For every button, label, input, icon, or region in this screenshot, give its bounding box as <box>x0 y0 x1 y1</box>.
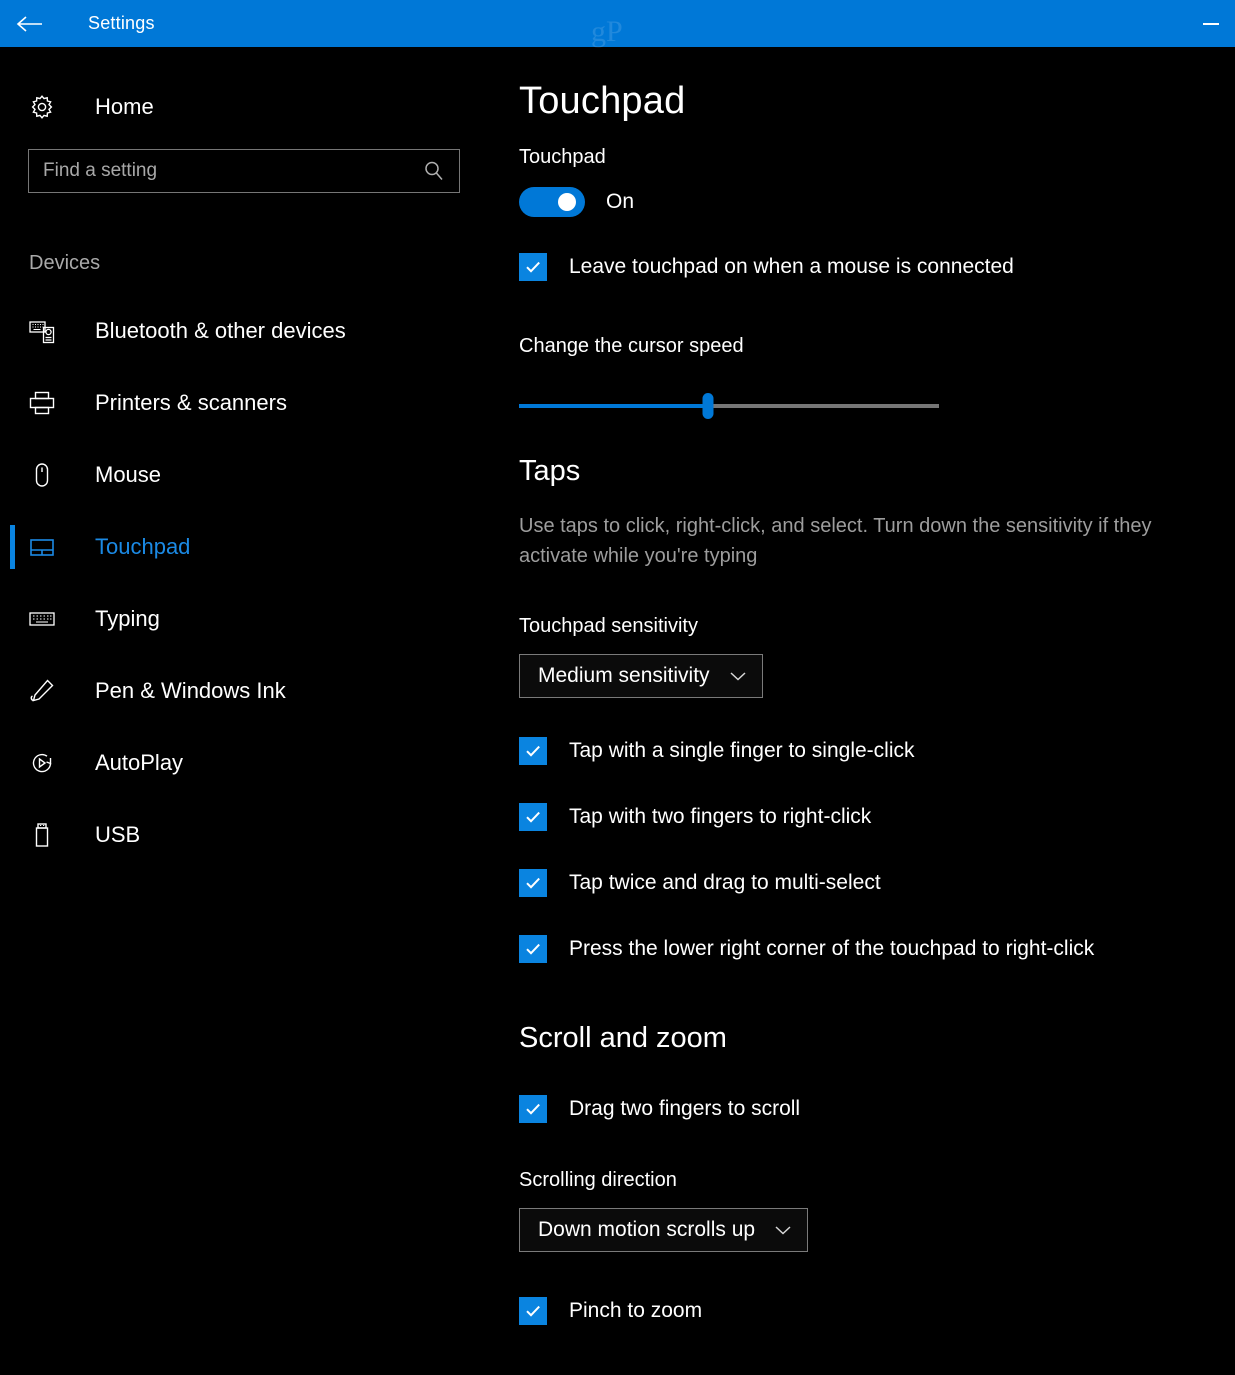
sidebar-item-usb[interactable]: USB <box>0 799 500 871</box>
autoplay-icon <box>25 749 59 777</box>
sidebar-item-label: Pen & Windows Ink <box>95 678 286 703</box>
mouse-icon <box>25 461 59 489</box>
pen-icon <box>25 677 59 705</box>
sidebar: Home Devices <box>0 47 500 1375</box>
minimize-icon <box>1203 22 1219 25</box>
selection-accent-bar <box>10 309 15 353</box>
sidebar-item-home[interactable]: Home <box>0 83 500 131</box>
selection-accent-bar <box>10 381 15 425</box>
search-icon[interactable] <box>423 160 445 182</box>
touchpad-toggle[interactable] <box>519 187 585 217</box>
gear-icon <box>25 94 59 120</box>
minimize-button[interactable] <box>1187 0 1235 47</box>
chevron-down-icon <box>728 670 748 682</box>
tap-option-label: Tap with a single finger to single-click <box>569 739 915 762</box>
home-label: Home <box>95 94 154 119</box>
sidebar-item-label: Typing <box>95 606 160 631</box>
chevron-down-icon <box>773 1224 793 1236</box>
checkbox-checked-icon[interactable] <box>519 737 547 765</box>
tap-twice-drag-row[interactable]: Tap twice and drag to multi-select <box>519 869 1235 897</box>
selection-accent-bar <box>10 741 15 785</box>
pinch-to-zoom-row[interactable]: Pinch to zoom <box>519 1297 1235 1325</box>
back-button[interactable] <box>0 0 60 47</box>
sidebar-item-printers-scanners[interactable]: Printers & scanners <box>0 367 500 439</box>
keyboard-icon <box>25 605 59 633</box>
sidebar-item-label: Touchpad <box>95 534 191 559</box>
press-lower-right-corner-row[interactable]: Press the lower right corner of the touc… <box>519 935 1235 963</box>
drag-two-fingers-scroll-row[interactable]: Drag two fingers to scroll <box>519 1095 1235 1123</box>
sidebar-item-touchpad[interactable]: Touchpad <box>0 511 500 583</box>
search-box[interactable] <box>28 149 460 193</box>
tap-option-label: Press the lower right corner of the touc… <box>569 937 1095 960</box>
window-title: Settings <box>88 13 155 33</box>
sidebar-item-label: Mouse <box>95 462 162 487</box>
checkbox-checked-icon[interactable] <box>519 253 547 281</box>
touchpad-toggle-state: On <box>606 190 635 213</box>
selection-accent-bar <box>10 669 15 713</box>
bluetooth-devices-icon <box>25 317 59 345</box>
taps-section-description: Use taps to click, right-click, and sele… <box>519 515 1152 567</box>
sidebar-group-title: Devices <box>29 252 101 274</box>
tap-option-label: Tap twice and drag to multi-select <box>569 871 881 894</box>
sidebar-item-label: AutoPlay <box>95 750 184 775</box>
cursor-speed-label: Change the cursor speed <box>519 335 744 357</box>
printer-icon <box>25 389 59 417</box>
sidebar-nav-list: Bluetooth & other devices Printers & sca… <box>0 295 500 871</box>
touchpad-icon <box>25 533 59 561</box>
selection-accent-bar <box>10 597 15 641</box>
touchpad-sensitivity-dropdown[interactable]: Medium sensitivity <box>519 654 763 698</box>
leave-touchpad-on-label: Leave touchpad on when a mouse is connec… <box>569 255 1014 278</box>
sidebar-item-label: Bluetooth & other devices <box>95 318 346 343</box>
sidebar-item-label: USB <box>95 822 141 847</box>
watermark: gP <box>591 15 623 48</box>
slider-fill <box>519 404 708 408</box>
checkbox-checked-icon[interactable] <box>519 869 547 897</box>
taps-section-title: Taps <box>519 455 581 487</box>
tap-two-fingers-row[interactable]: Tap with two fingers to right-click <box>519 803 1235 831</box>
title-bar: Settings gP <box>0 0 1235 47</box>
touchpad-sensitivity-label: Touchpad sensitivity <box>519 615 698 637</box>
tap-single-finger-row[interactable]: Tap with a single finger to single-click <box>519 737 1235 765</box>
pinch-to-zoom-label: Pinch to zoom <box>569 1299 703 1322</box>
scroll-zoom-section-title: Scroll and zoom <box>519 1022 727 1054</box>
sidebar-item-autoplay[interactable]: AutoPlay <box>0 727 500 799</box>
scrolling-direction-value: Down motion scrolls up <box>538 1218 756 1241</box>
touchpad-sensitivity-value: Medium sensitivity <box>538 664 710 687</box>
selection-accent-bar <box>10 813 15 857</box>
touchpad-section-label: Touchpad <box>519 146 606 168</box>
slider-thumb[interactable] <box>702 393 714 419</box>
page-title: Touchpad <box>519 80 686 122</box>
usb-drive-icon <box>25 821 59 849</box>
checkbox-checked-icon[interactable] <box>519 935 547 963</box>
sidebar-item-typing[interactable]: Typing <box>0 583 500 655</box>
sidebar-item-mouse[interactable]: Mouse <box>0 439 500 511</box>
checkbox-checked-icon[interactable] <box>519 1095 547 1123</box>
scrolling-direction-label: Scrolling direction <box>519 1169 677 1191</box>
main-content: Touchpad Touchpad On Leave touchpad on w… <box>500 47 1235 1375</box>
selection-accent-bar <box>10 525 15 569</box>
sidebar-item-bluetooth-other-devices[interactable]: Bluetooth & other devices <box>0 295 500 367</box>
drag-two-fingers-scroll-label: Drag two fingers to scroll <box>569 1097 801 1120</box>
sidebar-item-label: Printers & scanners <box>95 390 287 415</box>
selection-accent-bar <box>10 453 15 497</box>
toggle-knob <box>558 193 576 211</box>
checkbox-checked-icon[interactable] <box>519 1297 547 1325</box>
touchpad-toggle-row: On <box>519 187 1235 217</box>
leave-touchpad-on-row[interactable]: Leave touchpad on when a mouse is connec… <box>519 253 1235 281</box>
sidebar-item-pen-windows-ink[interactable]: Pen & Windows Ink <box>0 655 500 727</box>
tap-option-label: Tap with two fingers to right-click <box>569 805 872 828</box>
search-input[interactable] <box>29 150 409 192</box>
checkbox-checked-icon[interactable] <box>519 803 547 831</box>
scrolling-direction-dropdown[interactable]: Down motion scrolls up <box>519 1208 809 1252</box>
back-arrow-icon <box>15 14 45 34</box>
cursor-speed-slider[interactable] <box>519 393 939 419</box>
